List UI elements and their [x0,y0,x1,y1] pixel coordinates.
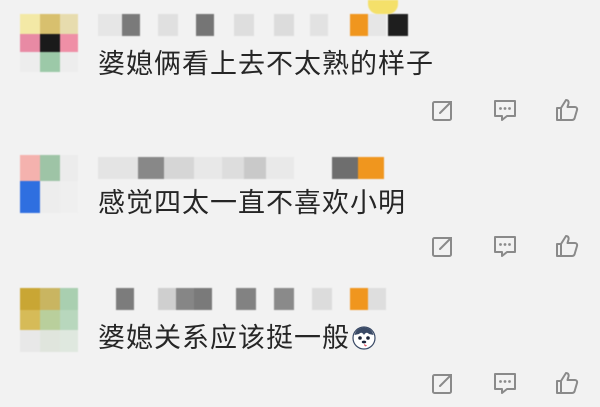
comment-text-label: 婆媳关系应该挺一般 [98,323,350,354]
like-icon[interactable] [554,97,580,123]
share-icon[interactable] [430,233,456,259]
husky-face-emoji [352,326,376,350]
avatar[interactable] [20,14,78,72]
like-icon[interactable] [554,233,580,259]
like-icon[interactable] [554,370,580,396]
comment-actions [430,370,580,396]
reply-icon[interactable] [492,370,518,396]
username-blurred[interactable] [98,157,398,179]
avatar[interactable] [20,155,78,213]
avatar[interactable] [20,288,78,352]
comment-item: 婆媳俩看上去不太熟的样子 [0,0,600,135]
comment-item: 感觉四太一直不喜欢小明 [0,135,600,270]
username-blurred[interactable] [98,14,418,36]
comment-text: 感觉四太一直不喜欢小明 [98,188,406,219]
share-icon[interactable] [430,97,456,123]
reply-icon[interactable] [492,97,518,123]
reply-icon[interactable] [492,233,518,259]
comment-actions [430,97,580,123]
comment-item: 婆媳关系应该挺一般 [0,270,600,407]
badge-decoration [368,0,398,14]
username-blurred[interactable] [98,288,408,310]
comment-text: 婆媳俩看上去不太熟的样子 [98,49,434,80]
share-icon[interactable] [430,370,456,396]
comment-text: 婆媳关系应该挺一般 [98,322,376,356]
comment-actions [430,233,580,259]
